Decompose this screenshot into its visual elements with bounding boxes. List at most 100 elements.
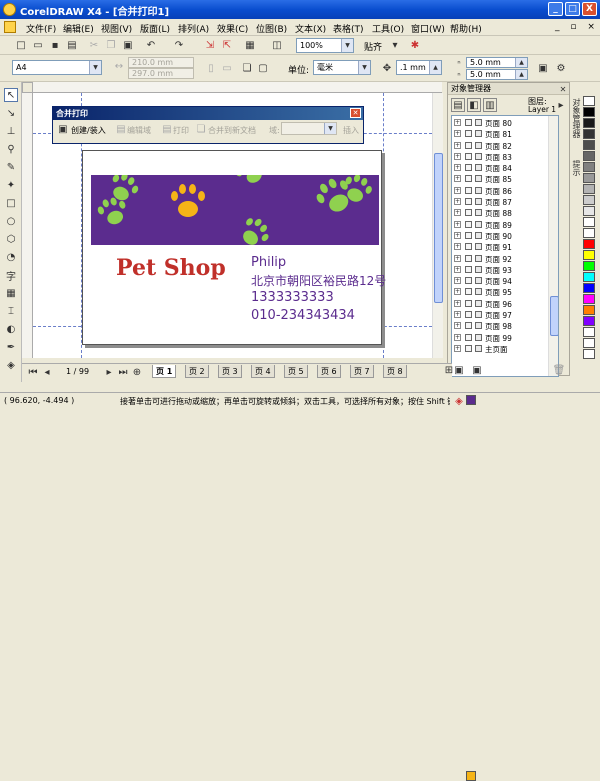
palette-swatch[interactable]	[583, 195, 595, 205]
object-tree-page-row[interactable]: + 页面 82	[452, 141, 548, 152]
edit-field-button[interactable]: 编辑域	[127, 125, 151, 136]
create-load-button[interactable]: 创建/装入	[71, 125, 106, 136]
expand-icon[interactable]: +	[454, 288, 461, 296]
expand-icon[interactable]: +	[454, 198, 461, 206]
palette-swatch[interactable]	[583, 129, 595, 139]
new-master-layer-icon[interactable]: ▣	[470, 363, 484, 377]
expand-icon[interactable]: +	[454, 209, 461, 217]
scroll-thumb[interactable]	[550, 296, 558, 336]
nudge-distance-field[interactable]: .1 mm ▲	[396, 60, 442, 75]
copy-icon[interactable]: ❐	[104, 38, 118, 52]
dimension-tool-icon[interactable]: ⌶	[4, 304, 18, 318]
object-tree-page-row[interactable]: + 页面 90	[452, 231, 548, 242]
snap-to-button[interactable]: 贴齐	[364, 40, 382, 53]
palette-swatch[interactable]	[583, 107, 595, 117]
menu-file[interactable]: 文件(F)	[26, 22, 56, 35]
object-tree-page-row[interactable]: + 页面 99	[452, 333, 548, 344]
object-tree-page-row[interactable]: + 页面 89	[452, 220, 548, 231]
redo-icon[interactable]: ↷	[172, 38, 186, 52]
expand-icon[interactable]: +	[454, 344, 461, 352]
page-tab[interactable]: 页 7	[350, 365, 374, 378]
object-tree-page-row[interactable]: + 页面 98	[452, 321, 548, 332]
palette-swatch[interactable]	[583, 250, 595, 260]
object-tree-list[interactable]: + 页面 80 + 页面 81 + 页面 82 + 页面 83 + 页面 84 + 页面 85 + 页面 …	[451, 115, 559, 377]
freehand-tool-icon[interactable]: ✎	[4, 160, 18, 174]
open-icon[interactable]: ▭	[31, 38, 45, 52]
prev-page-icon[interactable]: ◂	[40, 365, 54, 379]
edit-across-layers-icon[interactable]: ◧	[467, 98, 481, 112]
object-tree-page-row[interactable]: + 页面 81	[452, 129, 548, 140]
interactive-blend-tool-icon[interactable]: ◐	[4, 322, 18, 336]
object-tree-page-row[interactable]: + 页面 91	[452, 242, 548, 253]
object-tree-page-row[interactable]: + 页面 83	[452, 152, 548, 163]
page-tab[interactable]: 页 2	[185, 365, 209, 378]
welcome-screen-icon[interactable]: ◫	[270, 38, 284, 52]
palette-swatch[interactable]	[583, 338, 595, 348]
shape-tool-icon[interactable]: ↘	[4, 106, 18, 120]
portrait-icon[interactable]: ▯	[204, 61, 218, 75]
palette-swatch[interactable]	[583, 228, 595, 238]
menu-layout[interactable]: 版面(L)	[140, 22, 170, 35]
paste-icon[interactable]: ▣	[121, 38, 135, 52]
menu-bitmaps[interactable]: 位图(B)	[256, 22, 287, 35]
zoom-level-select[interactable]: 100% ▼	[296, 38, 354, 53]
palette-swatch[interactable]	[583, 118, 595, 128]
expand-icon[interactable]: +	[454, 265, 461, 273]
palette-swatch[interactable]	[583, 140, 595, 150]
page-size-select[interactable]: A4 ▼	[12, 60, 102, 75]
crop-tool-icon[interactable]: ⊥	[4, 124, 18, 138]
page-tab[interactable]: 页 3	[218, 365, 242, 378]
palette-swatch[interactable]	[583, 261, 595, 271]
object-tree-page-row[interactable]: + 页面 85	[452, 174, 548, 185]
object-tree-page-row[interactable]: + 页面 88	[452, 208, 548, 219]
expand-icon[interactable]: +	[454, 130, 461, 138]
pick-tool-icon[interactable]: ↖	[4, 88, 18, 102]
add-page-icon[interactable]: ⊕	[130, 365, 144, 379]
duplicate-distance-x-field[interactable]: 5.0 mm ▲	[466, 57, 528, 68]
palette-swatch[interactable]	[583, 239, 595, 249]
page-tab[interactable]: 页 4	[251, 365, 275, 378]
delete-icon[interactable]: 🗑	[552, 363, 566, 377]
expand-icon[interactable]: +	[454, 141, 461, 149]
object-list-scrollbar[interactable]	[548, 116, 558, 376]
duplicate-distance-y-field[interactable]: 5.0 mm ▲	[466, 69, 528, 80]
insert-button[interactable]: 插入	[343, 125, 359, 136]
close-icon[interactable]: ✕	[350, 108, 361, 118]
palette-swatch[interactable]	[583, 96, 595, 106]
all-pages-icon[interactable]: ❏	[240, 61, 254, 75]
palette-swatch[interactable]	[583, 327, 595, 337]
table-tool-icon[interactable]: ▦	[4, 286, 18, 300]
page-height-field[interactable]: 297.0 mm	[128, 68, 194, 79]
object-tree-page-row[interactable]: + 页面 92	[452, 254, 548, 265]
expand-icon[interactable]: +	[454, 254, 461, 262]
object-tree-page-row[interactable]: + 页面 96	[452, 299, 548, 310]
current-page-icon[interactable]: ▢	[256, 61, 270, 75]
object-tree-page-row[interactable]: + 页面 86	[452, 186, 548, 197]
vertical-scrollbar[interactable]	[432, 93, 443, 358]
page-tab[interactable]: 页 8	[383, 365, 407, 378]
options-gear-icon[interactable]: ⚙	[554, 61, 568, 75]
navigator-icon[interactable]: ⊞	[442, 363, 456, 377]
menu-effects[interactable]: 效果(C)	[217, 22, 248, 35]
expand-icon[interactable]: +	[454, 186, 461, 194]
close-icon[interactable]: ✕	[558, 83, 568, 95]
object-tree-page-row[interactable]: + 页面 95	[452, 287, 548, 298]
expand-icon[interactable]: +	[454, 231, 461, 239]
palette-swatch[interactable]	[583, 217, 595, 227]
scroll-thumb[interactable]	[434, 153, 443, 303]
create-load-icon[interactable]: ▣	[57, 123, 69, 135]
expand-icon[interactable]: +	[454, 333, 461, 341]
application-options-icon[interactable]: ✱	[408, 38, 422, 52]
palette-swatch[interactable]	[583, 272, 595, 282]
expand-icon[interactable]: +	[454, 164, 461, 172]
polygon-tool-icon[interactable]: ⬡	[4, 232, 18, 246]
object-tree-page-row[interactable]: + 主页面	[452, 344, 548, 355]
layer-manager-view-icon[interactable]: ▥	[483, 98, 497, 112]
object-tree-page-row[interactable]: + 页面 87	[452, 197, 548, 208]
print-icon[interactable]: ▤	[65, 38, 79, 52]
field-select[interactable]: ▼	[281, 122, 337, 135]
page-width-field[interactable]: 210.0 mm	[128, 57, 194, 68]
menu-text[interactable]: 文本(X)	[295, 22, 326, 35]
palette-swatch[interactable]	[583, 283, 595, 293]
minimize-button[interactable]: _	[548, 2, 563, 16]
